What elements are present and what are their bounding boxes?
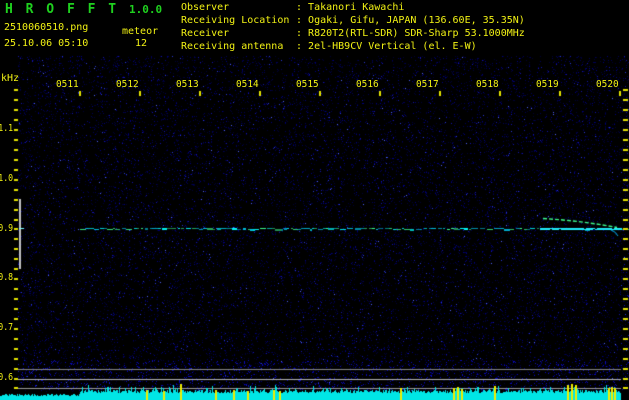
info-row-receiving-antenna: Receiving antenna: 2el-HB9CV Vertical (e… bbox=[181, 42, 477, 52]
info-colon: : bbox=[296, 2, 309, 13]
info-label: Observer bbox=[181, 2, 230, 13]
info-value: R820T2(RTL-SDR) SDR-Sharp 53.1000MHz bbox=[308, 28, 525, 39]
info-label: Receiver bbox=[181, 28, 230, 39]
time-tick-label: 0514 bbox=[236, 79, 259, 90]
freq-tick-label: 1.0 bbox=[0, 173, 13, 184]
mode-label: meteor bbox=[122, 26, 159, 37]
time-tick-label: 0513 bbox=[176, 79, 199, 90]
output-filename: 2510060510.png bbox=[4, 22, 89, 33]
freq-tick-label: 0.8 bbox=[0, 272, 13, 283]
time-tick-label: 0520 bbox=[596, 79, 619, 90]
info-colon: : bbox=[296, 41, 309, 52]
info-row-receiving-location: Receiving Location: Ogaki, Gifu, JAPAN (… bbox=[181, 16, 525, 26]
info-row-receiver: Receiver: R820T2(RTL-SDR) SDR-Sharp 53.1… bbox=[181, 29, 525, 39]
freq-tick-label: 0.9 bbox=[0, 223, 13, 234]
app-title: H R O F F T bbox=[5, 2, 119, 17]
hrofft-output-screen: H R O F F T 1.0.0 2510060510.png meteor … bbox=[0, 0, 629, 400]
time-tick-label: 0515 bbox=[296, 79, 319, 90]
time-tick-label: 0519 bbox=[536, 79, 559, 90]
timestamp: 25.10.06 05:10 bbox=[4, 38, 89, 49]
freq-tick-label: 0.7 bbox=[0, 322, 13, 333]
time-tick-label: 0512 bbox=[116, 79, 139, 90]
spectrogram-canvas bbox=[0, 0, 629, 400]
info-colon: : bbox=[296, 28, 309, 39]
freq-tick-label: 0.6 bbox=[0, 372, 13, 383]
info-row-observer: Observer: Takanori Kawachi bbox=[181, 3, 404, 13]
info-value: 2el-HB9CV Vertical (el. E-W) bbox=[308, 41, 477, 52]
time-tick-label: 0511 bbox=[56, 79, 79, 90]
time-tick-label: 0518 bbox=[476, 79, 499, 90]
info-value: Takanori Kawachi bbox=[308, 2, 405, 13]
y-axis-unit-label: kHz bbox=[1, 73, 20, 84]
time-tick-label: 0516 bbox=[356, 79, 379, 90]
info-label: Receiving antenna bbox=[181, 41, 284, 52]
echo-count: 12 bbox=[135, 38, 148, 49]
info-value: Ogaki, Gifu, JAPAN (136.60E, 35.35N) bbox=[308, 15, 525, 26]
info-label: Receiving Location bbox=[181, 15, 290, 26]
freq-tick-label: 1.1 bbox=[0, 123, 13, 134]
time-tick-label: 0517 bbox=[416, 79, 439, 90]
app-version: 1.0.0 bbox=[129, 3, 163, 16]
info-colon: : bbox=[296, 15, 309, 26]
